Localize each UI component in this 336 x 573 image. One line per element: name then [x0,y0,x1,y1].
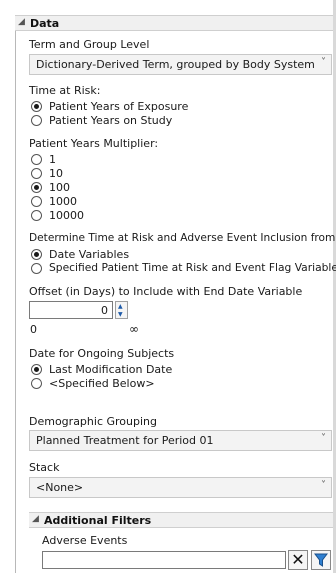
radio-specified-variables[interactable]: Specified Patient Time at Risk and Event… [31,261,336,275]
data-section-header[interactable] [15,15,333,31]
radio-specified-below[interactable]: <Specified Below> [31,378,155,389]
term-group-value: Dictionary-Derived Term, grouped by Body… [36,59,318,71]
demographic-dropdown[interactable]: Planned Treatment for Period 01 ˅ [29,430,332,451]
radio-unselected-icon [31,115,42,126]
radio-multiplier-10[interactable]: 10 [31,168,63,179]
adverse-events-input[interactable] [42,551,286,569]
radio-multiplier-10000[interactable]: 10000 [31,210,84,221]
radio-label: Last Modification Date [49,363,173,376]
stack-value: <None> [36,482,84,494]
demographic-value: Planned Treatment for Period 01 [36,435,214,447]
radio-selected-icon [31,364,42,375]
stack-label: Stack [29,461,60,474]
radio-label: 10000 [49,209,84,222]
radio-label: 1 [49,153,56,166]
radio-last-modification[interactable]: Last Modification Date [31,364,172,375]
radio-label: Specified Patient Time at Risk and Event… [49,261,336,275]
time-at-risk-label: Time at Risk: [29,84,101,97]
radio-years-exposure[interactable]: Patient Years of Exposure [31,101,188,112]
funnel-filter-icon[interactable] [311,550,331,570]
adverse-events-label: Adverse Events [42,534,128,547]
radio-label: Patient Years of Exposure [49,100,189,113]
term-group-dropdown[interactable]: Dictionary-Derived Term, grouped by Body… [29,54,332,75]
radio-label: Date Variables [49,248,130,261]
offset-range-min: 0 [30,323,37,336]
chevron-down-icon: ˅ [321,57,326,68]
offset-value: 0 [101,304,108,317]
radio-unselected-icon [31,263,42,274]
ongoing-label: Date for Ongoing Subjects [29,347,175,360]
funnel-icon-graphic [314,553,328,567]
radio-selected-icon [31,101,42,112]
radio-unselected-icon [31,154,42,165]
term-group-label: Term and Group Level [29,38,150,51]
collapse-triangle-icon[interactable]: ◢ [18,18,25,27]
data-section-title: Data [30,17,60,30]
offset-label: Offset (in Days) to Include with End Dat… [29,285,303,298]
multiplier-label: Patient Years Multiplier: [29,137,159,150]
inclusion-label: Determine Time at Risk and Adverse Event… [29,232,336,244]
radio-label: 10 [49,167,63,180]
spin-up-icon[interactable]: ▲ [118,304,123,310]
radio-multiplier-1[interactable]: 1 [31,154,56,165]
radio-date-variables[interactable]: Date Variables [31,249,129,260]
radio-selected-icon [31,249,42,260]
radio-unselected-icon [31,210,42,221]
stack-dropdown[interactable]: <None> ˅ [29,477,332,498]
offset-range-max: ∞ [129,322,139,336]
chevron-down-icon: ˅ [321,433,326,444]
collapse-triangle-icon[interactable]: ◢ [32,515,39,524]
radio-label: Patient Years on Study [49,114,173,127]
spin-down-icon[interactable]: ▼ [118,312,123,318]
radio-label: <Specified Below> [49,377,155,390]
radio-years-study[interactable]: Patient Years on Study [31,115,172,126]
demographic-label: Demographic Grouping [29,415,157,428]
radio-unselected-icon [31,378,42,389]
additional-filters-title: Additional Filters [44,514,152,527]
radio-multiplier-1000[interactable]: 1000 [31,196,77,207]
data-panel: ◢ Data Term and Group Level Dictionary-D… [0,0,336,573]
radio-selected-icon [31,182,42,193]
radio-label: 100 [49,181,70,194]
offset-spinner[interactable]: ▲ ▼ [115,301,128,319]
chevron-down-icon: ˅ [321,480,326,491]
radio-unselected-icon [31,196,42,207]
radio-label: 1000 [49,195,77,208]
radio-unselected-icon [31,168,42,179]
radio-multiplier-100[interactable]: 100 [31,182,70,193]
offset-input[interactable]: 0 [29,301,113,319]
clear-x-icon[interactable]: ✕ [288,550,308,570]
